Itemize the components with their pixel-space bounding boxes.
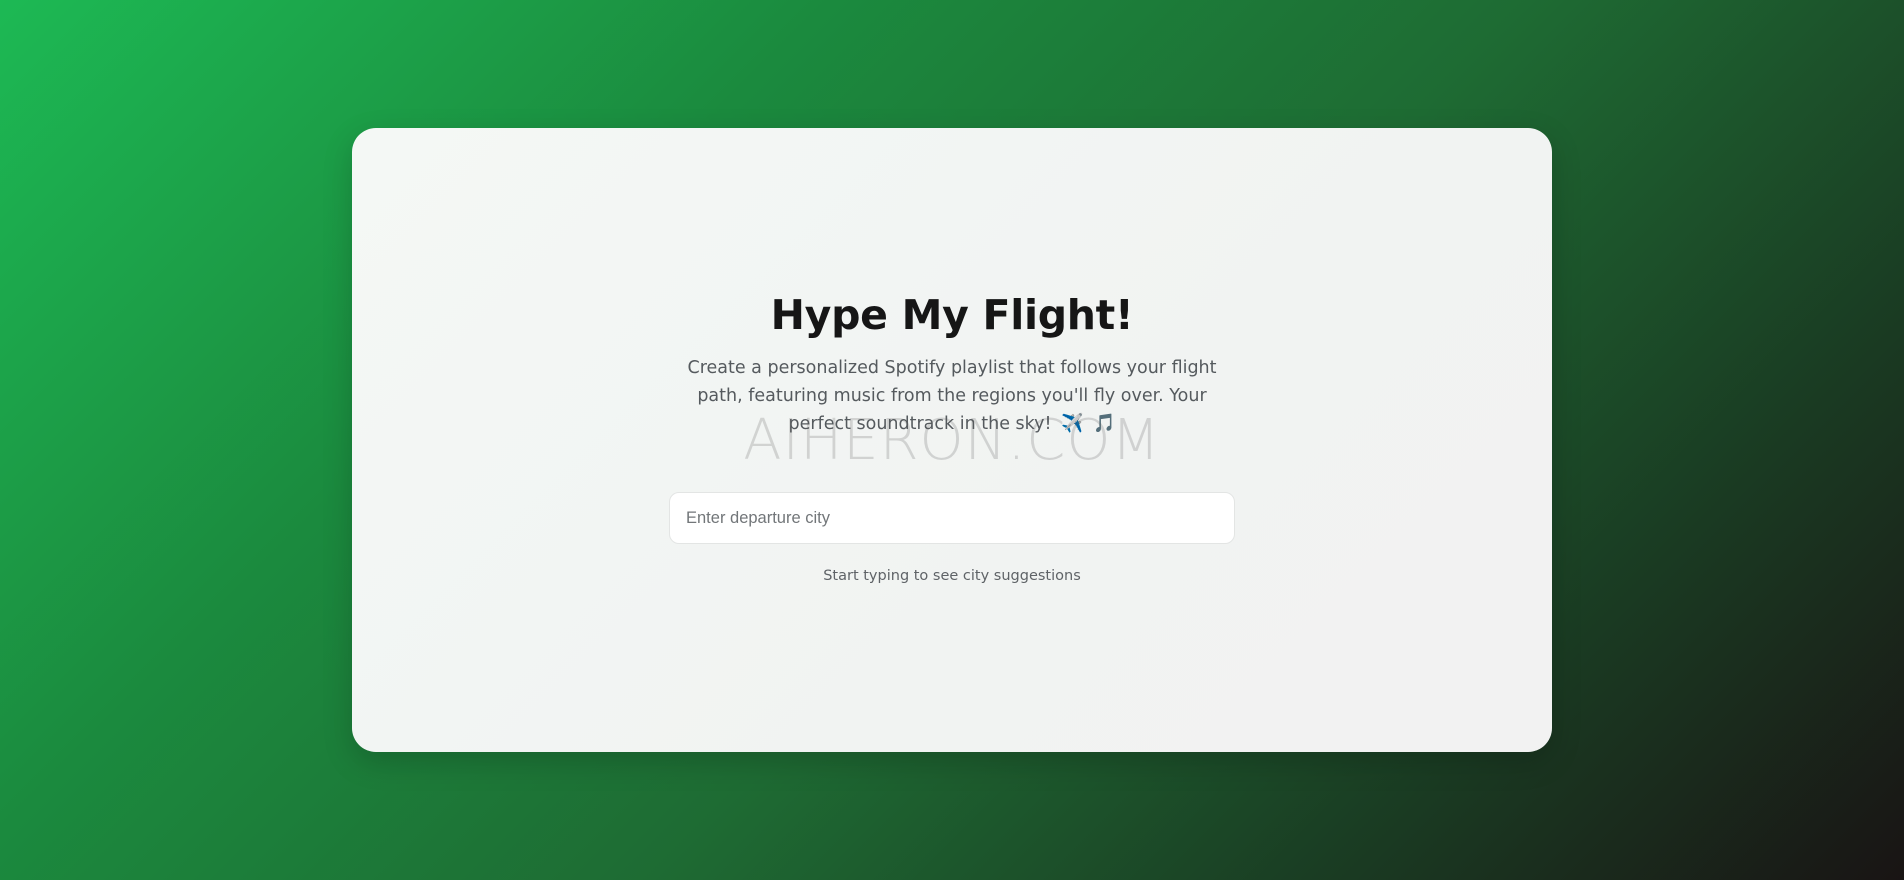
airplane-icon: ✈️ — [1061, 413, 1084, 434]
departure-city-input[interactable] — [669, 492, 1235, 544]
main-card: Hype My Flight! Create a personalized Sp… — [352, 128, 1552, 752]
music-notes-icon: 🎵 — [1093, 413, 1116, 434]
page-title: Hype My Flight! — [770, 291, 1134, 339]
intro-text: Create a personalized Spotify playlist t… — [687, 358, 1217, 434]
departure-search — [669, 492, 1235, 544]
intro-description: Create a personalized Spotify playlist t… — [672, 354, 1232, 438]
suggestions-hint: Start typing to see city suggestions — [823, 568, 1081, 584]
hero-section: Hype My Flight! Create a personalized Sp… — [352, 290, 1552, 438]
